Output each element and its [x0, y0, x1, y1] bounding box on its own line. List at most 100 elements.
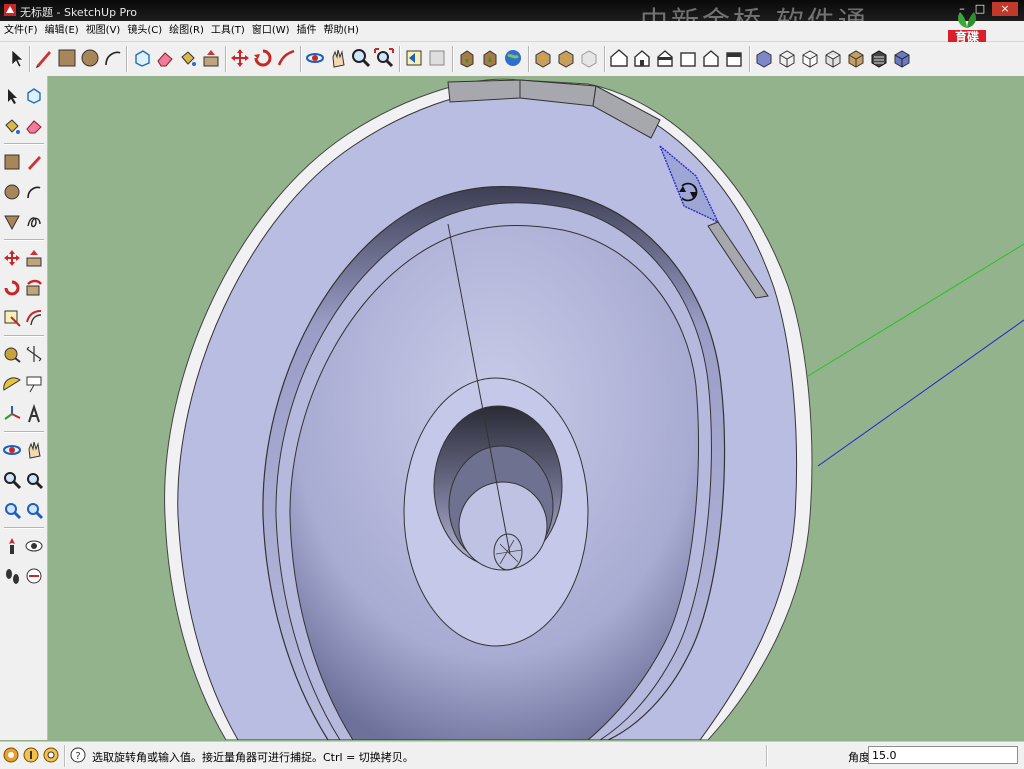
rotate-icon[interactable]	[252, 47, 274, 69]
polygon-icon[interactable]	[2, 212, 22, 232]
title-bar: 无标题 - SketchUp Pro 中新金桥 软件通 – □ ×	[0, 0, 1024, 38]
menu-camera[interactable]: 镜头(C)	[123, 21, 165, 41]
move-icon[interactable]	[229, 47, 251, 69]
line-icon[interactable]	[24, 152, 44, 172]
previous-view-icon[interactable]	[24, 500, 44, 520]
rotate-icon[interactable]	[2, 278, 22, 298]
3d-text-icon[interactable]	[24, 404, 44, 424]
follow-me-icon[interactable]	[275, 47, 297, 69]
menu-file[interactable]: 文件(F)	[0, 21, 41, 41]
sketchup-app-icon	[4, 4, 16, 16]
rectangle-icon[interactable]	[2, 152, 22, 172]
pencil-line-icon[interactable]	[33, 47, 55, 69]
select-icon[interactable]	[2, 86, 22, 106]
model-canvas[interactable]	[48, 76, 1024, 740]
svg-text:?: ?	[75, 751, 80, 762]
zoom-window-icon[interactable]	[24, 470, 44, 490]
follow-me-icon[interactable]	[24, 278, 44, 298]
text-icon[interactable]	[24, 374, 44, 394]
paint-bucket-icon[interactable]	[177, 47, 199, 69]
circle-icon[interactable]	[2, 182, 22, 202]
push-pull-icon[interactable]	[200, 47, 222, 69]
drawing-viewport[interactable]	[48, 76, 1024, 740]
drain-bottom[interactable]	[458, 481, 548, 571]
geo-location-icon[interactable]	[3, 747, 19, 763]
section-plane-icon[interactable]	[24, 566, 44, 586]
menu-edit[interactable]: 编辑(E)	[41, 21, 82, 41]
zoom-extents-icon[interactable]	[2, 500, 22, 520]
move-icon[interactable]	[2, 248, 22, 268]
measurement-input[interactable]: 15.0	[868, 746, 1018, 764]
eraser-icon[interactable]	[154, 47, 176, 69]
paint-bucket-icon[interactable]	[2, 116, 22, 136]
zoom-extents-icon[interactable]	[373, 47, 395, 69]
arc-icon[interactable]	[24, 182, 44, 202]
menu-window[interactable]: 窗口(W)	[248, 21, 293, 41]
look-around-icon[interactable]	[24, 536, 44, 556]
xray-icon[interactable]	[753, 47, 775, 69]
help-icon[interactable]: ?	[70, 747, 86, 763]
menu-bar: 文件(F) 编辑(E) 视图(V) 镜头(C) 绘图(R) 工具(T) 窗口(W) 插件 帮助(…	[0, 21, 1024, 42]
eraser-icon[interactable]	[24, 116, 44, 136]
menu-draw[interactable]: 绘图(R)	[165, 21, 207, 41]
status-bar: ? 选取旋转角或输入值。接近量角器可进行捕捉。Ctrl = 切换拷贝。 角度 1…	[0, 741, 1024, 769]
rectangle-icon[interactable]	[56, 47, 78, 69]
circle-icon[interactable]	[79, 47, 101, 69]
shaded-icon[interactable]	[822, 47, 844, 69]
right-view-icon[interactable]	[654, 47, 676, 69]
bottom-view-icon[interactable]	[723, 47, 745, 69]
window-title: 无标题 - SketchUp Pro	[20, 6, 138, 19]
scale-icon[interactable]	[2, 308, 22, 328]
left-view-icon[interactable]	[700, 47, 722, 69]
google-earth-icon[interactable]	[502, 47, 524, 69]
walk-icon[interactable]	[2, 566, 22, 586]
orbit-icon[interactable]	[304, 47, 326, 69]
status-hint: 选取旋转角或输入值。接近量角器可进行捕捉。Ctrl = 切换拷贝。	[92, 751, 414, 764]
previous-view-icon[interactable]	[403, 47, 425, 69]
pan-icon[interactable]	[24, 440, 44, 460]
leaf-icon	[958, 12, 976, 28]
top-view-icon[interactable]	[608, 47, 630, 69]
axes-icon[interactable]	[2, 404, 22, 424]
protractor-icon[interactable]	[2, 374, 22, 394]
menu-tools[interactable]: 工具(T)	[207, 21, 248, 41]
zoom-icon[interactable]	[350, 47, 372, 69]
shaded-with-materials-icon[interactable]	[868, 47, 890, 69]
components-icon[interactable]	[555, 47, 577, 69]
pan-icon[interactable]	[327, 47, 349, 69]
photo-textures-icon[interactable]	[532, 47, 554, 69]
rim-segment-gray-1[interactable]	[447, 79, 521, 103]
select-icon[interactable]	[6, 47, 28, 69]
menu-plugins[interactable]: 插件	[293, 21, 320, 41]
iso-view-icon[interactable]	[578, 47, 600, 69]
dimension-icon[interactable]	[24, 344, 44, 364]
credits-icon[interactable]	[23, 747, 39, 763]
wireframe-icon[interactable]	[776, 47, 798, 69]
hidden-line-icon[interactable]	[799, 47, 821, 69]
large-tool-set	[0, 76, 48, 740]
get-models-icon[interactable]	[456, 47, 478, 69]
green-axis	[807, 243, 1024, 377]
component-icon[interactable]	[24, 86, 44, 106]
zoom-icon[interactable]	[2, 470, 22, 490]
measurement-label: 角度	[848, 751, 870, 764]
shaded-textures-icon[interactable]	[845, 47, 867, 69]
menu-help[interactable]: 帮助(H)	[320, 21, 362, 41]
freehand-icon[interactable]	[24, 212, 44, 232]
monochrome-icon[interactable]	[891, 47, 913, 69]
back-view-icon[interactable]	[677, 47, 699, 69]
front-view-icon[interactable]	[631, 47, 653, 69]
orbit-icon[interactable]	[2, 440, 22, 460]
make-component-icon[interactable]	[131, 47, 153, 69]
arc-icon[interactable]	[102, 47, 124, 69]
push-pull-icon[interactable]	[24, 248, 44, 268]
position-camera-icon[interactable]	[2, 536, 22, 556]
next-view-icon[interactable]	[426, 47, 448, 69]
close-button[interactable]: ×	[992, 2, 1018, 16]
menu-view[interactable]: 视图(V)	[82, 21, 124, 41]
user-icon[interactable]	[43, 747, 59, 763]
offset-icon[interactable]	[24, 308, 44, 328]
share-model-icon[interactable]	[479, 47, 501, 69]
tape-measure-icon[interactable]	[2, 344, 22, 364]
main-toolbar	[0, 42, 1024, 77]
